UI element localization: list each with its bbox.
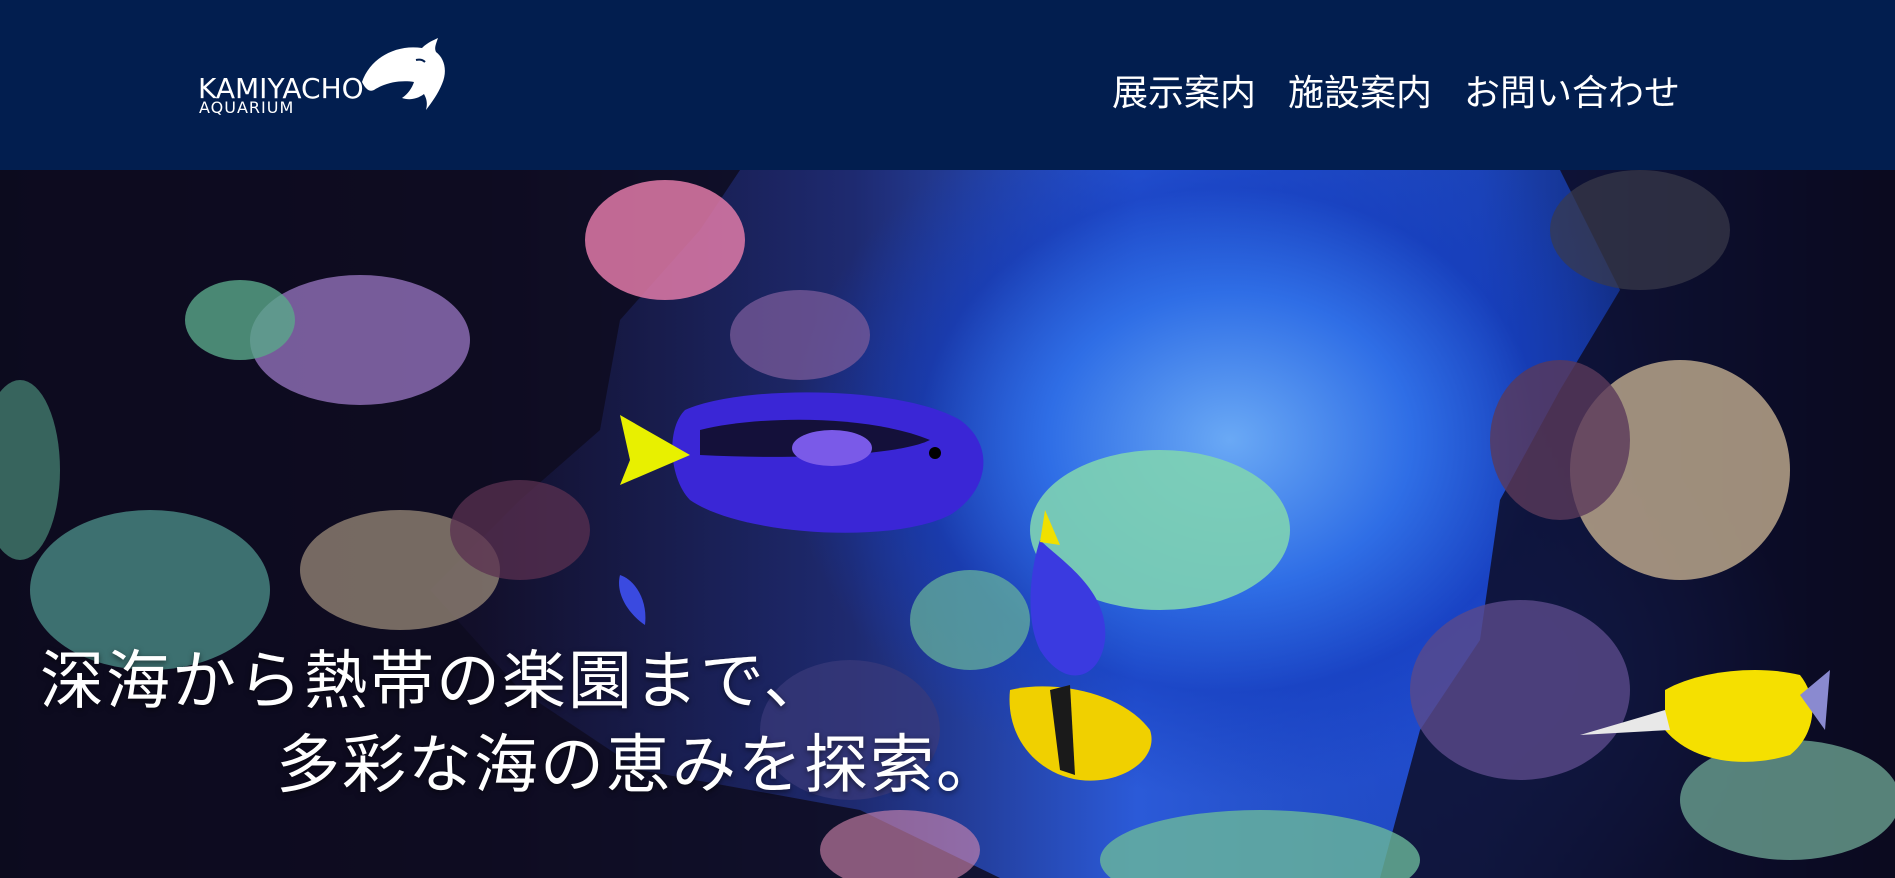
logo-subtitle: AQUARIUM xyxy=(199,98,295,117)
main-nav: 展示案内 施設案内 お問い合わせ xyxy=(1112,72,1680,116)
hero-section: 深海から熱帯の楽園まで、 多彩な海の恵みを探索。 xyxy=(0,170,1895,878)
nav-item-contact[interactable]: お問い合わせ xyxy=(1464,72,1680,116)
nav-item-exhibits[interactable]: 展示案内 xyxy=(1112,72,1256,116)
hero-headline-line1: 深海から熱帯の楽園まで、 xyxy=(40,645,830,719)
hero-headline: 深海から熱帯の楽園まで、 多彩な海の恵みを探索。 xyxy=(40,640,1002,808)
site-logo[interactable]: KAMIYACHO AQUARIUM xyxy=(198,38,448,118)
dolphin-icon xyxy=(362,38,445,110)
hero-headline-line2: 多彩な海の恵みを探索。 xyxy=(276,729,1002,803)
site-header: KAMIYACHO AQUARIUM 展示案内 施設案内 お問い合わせ xyxy=(0,0,1895,170)
nav-item-facilities[interactable]: 施設案内 xyxy=(1288,72,1432,116)
